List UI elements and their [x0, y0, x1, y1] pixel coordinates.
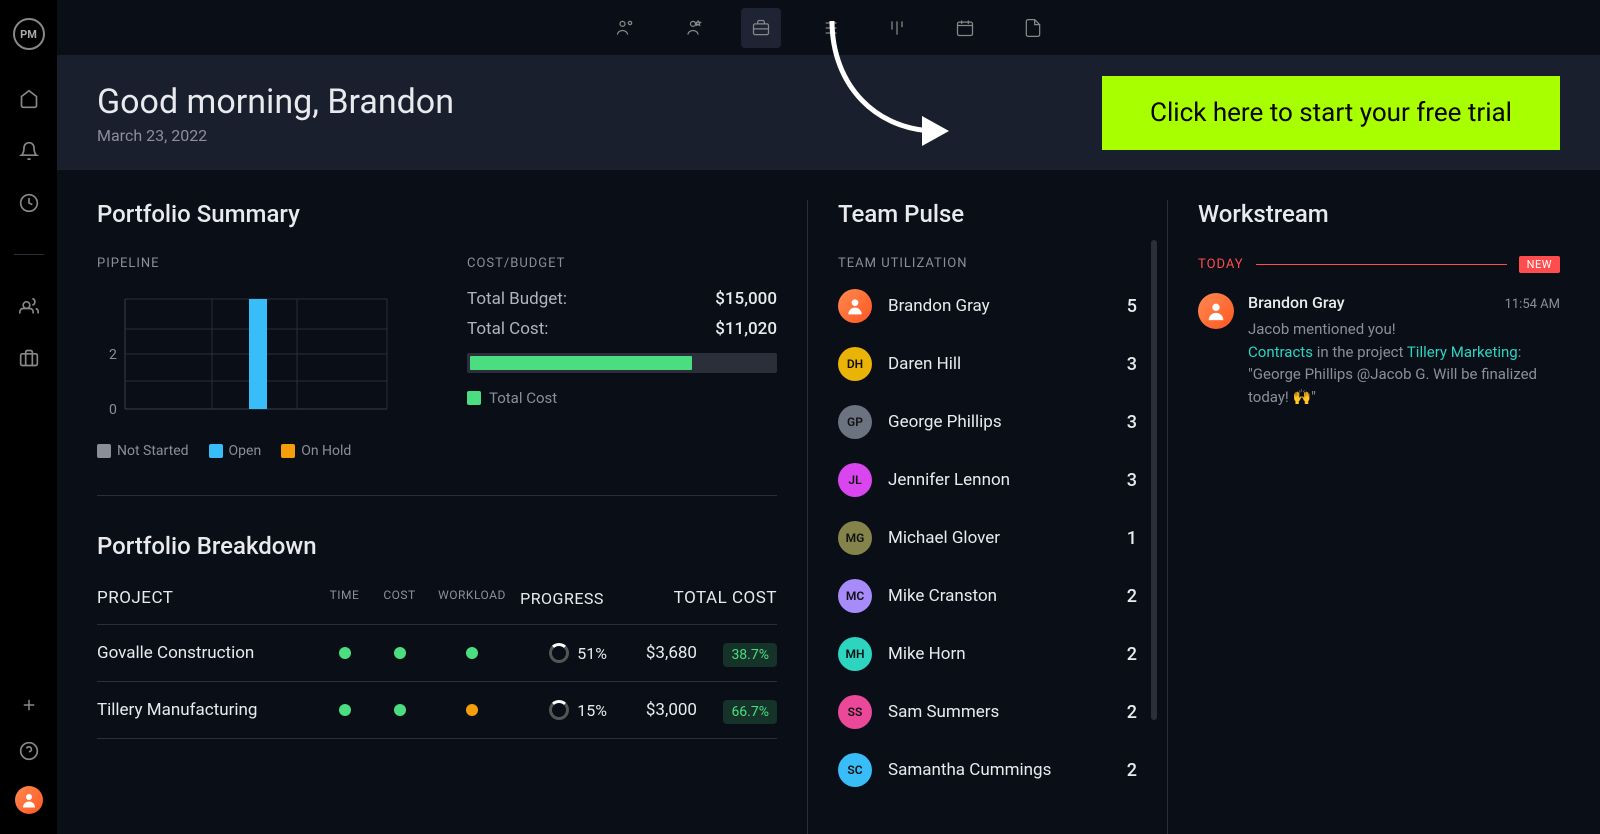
breakdown-table: PROJECT TIME COST WORKLOAD PROGRESS TOTA… — [97, 588, 777, 739]
budget-progress-bar — [467, 353, 777, 373]
list-icon[interactable] — [809, 8, 849, 48]
team-pulse-title: Team Pulse — [838, 200, 1137, 228]
col-cost: COST — [372, 588, 427, 608]
legend-not-started: Not Started — [97, 443, 189, 459]
team-row[interactable]: JLJennifer Lennon3 — [838, 463, 1137, 497]
workstream-item[interactable]: Brandon Gray 11:54 AM Jacob mentioned yo… — [1198, 293, 1560, 408]
total-cost-value: $11,020 — [715, 319, 777, 339]
home-icon[interactable] — [18, 88, 40, 110]
col-project: PROJECT — [97, 588, 317, 608]
logo[interactable]: PM — [13, 18, 45, 50]
team-row[interactable]: MGMichael Glover1 — [838, 521, 1137, 555]
svg-text:0: 0 — [109, 402, 117, 418]
pipeline-label: PIPELINE — [97, 256, 407, 271]
greeting-date: March 23, 2022 — [97, 126, 454, 145]
sidebar: PM — [0, 0, 57, 834]
scrollbar[interactable] — [1151, 240, 1157, 720]
cta-banner[interactable]: Click here to start your free trial — [1102, 76, 1560, 150]
total-cost-legend: Total Cost — [467, 389, 777, 407]
people-config-icon[interactable] — [605, 8, 645, 48]
cost-budget-label: COST/BUDGET — [467, 256, 777, 271]
team-row[interactable]: SCSamantha Cummings2 — [838, 753, 1137, 787]
legend-on-hold: On Hold — [281, 443, 351, 459]
ws-author: Brandon Gray — [1248, 293, 1345, 312]
briefcase-nav-icon[interactable] — [741, 8, 781, 48]
user-avatar[interactable] — [15, 786, 43, 814]
team-row[interactable]: MCMike Cranston2 — [838, 579, 1137, 613]
new-badge: NEW — [1519, 256, 1560, 273]
pipeline-chart: 2 0 — [97, 289, 397, 429]
portfolio-summary-title: Portfolio Summary — [97, 200, 777, 228]
avatar — [1198, 293, 1234, 329]
svg-text:2: 2 — [109, 347, 117, 363]
total-budget-label: Total Budget: — [467, 289, 567, 309]
help-icon[interactable] — [18, 740, 40, 762]
team-utilization-label: TEAM UTILIZATION — [838, 256, 1137, 271]
table-row[interactable]: Govalle Construction 51% $3,680 38.7% — [97, 625, 777, 682]
briefcase-icon[interactable] — [18, 347, 40, 369]
col-total-cost: TOTAL COST — [607, 588, 777, 608]
col-time: TIME — [317, 588, 372, 608]
plus-icon[interactable] — [18, 694, 40, 716]
total-cost-label: Total Cost: — [467, 319, 548, 339]
board-icon[interactable] — [877, 8, 917, 48]
topbar — [57, 0, 1600, 56]
legend-open: Open — [209, 443, 262, 459]
team-row[interactable]: DHDaren Hill3 — [838, 347, 1137, 381]
portfolio-breakdown-title: Portfolio Breakdown — [97, 532, 777, 560]
person-star-icon[interactable] — [673, 8, 713, 48]
team-row[interactable]: Brandon Gray5 — [838, 289, 1137, 323]
team-row[interactable]: SSSam Summers2 — [838, 695, 1137, 729]
today-label: TODAY — [1198, 257, 1244, 272]
greeting-title: Good morning, Brandon — [97, 82, 454, 122]
table-row[interactable]: Tillery Manufacturing 15% $3,000 66.7% — [97, 682, 777, 739]
ws-message: Jacob mentioned you! Contracts in the pr… — [1248, 318, 1560, 408]
file-icon[interactable] — [1013, 8, 1053, 48]
bell-icon[interactable] — [18, 140, 40, 162]
team-row[interactable]: GPGeorge Phillips3 — [838, 405, 1137, 439]
workstream-title: Workstream — [1198, 200, 1560, 228]
ws-time: 11:54 AM — [1505, 297, 1560, 312]
calendar-icon[interactable] — [945, 8, 985, 48]
clock-icon[interactable] — [18, 192, 40, 214]
col-workload: WORKLOAD — [427, 588, 517, 608]
header: Good morning, Brandon March 23, 2022 Cli… — [57, 56, 1600, 170]
team-row[interactable]: MHMike Horn2 — [838, 637, 1137, 671]
total-budget-value: $15,000 — [715, 289, 777, 309]
col-progress: PROGRESS — [517, 588, 607, 608]
users-icon[interactable] — [18, 295, 40, 317]
